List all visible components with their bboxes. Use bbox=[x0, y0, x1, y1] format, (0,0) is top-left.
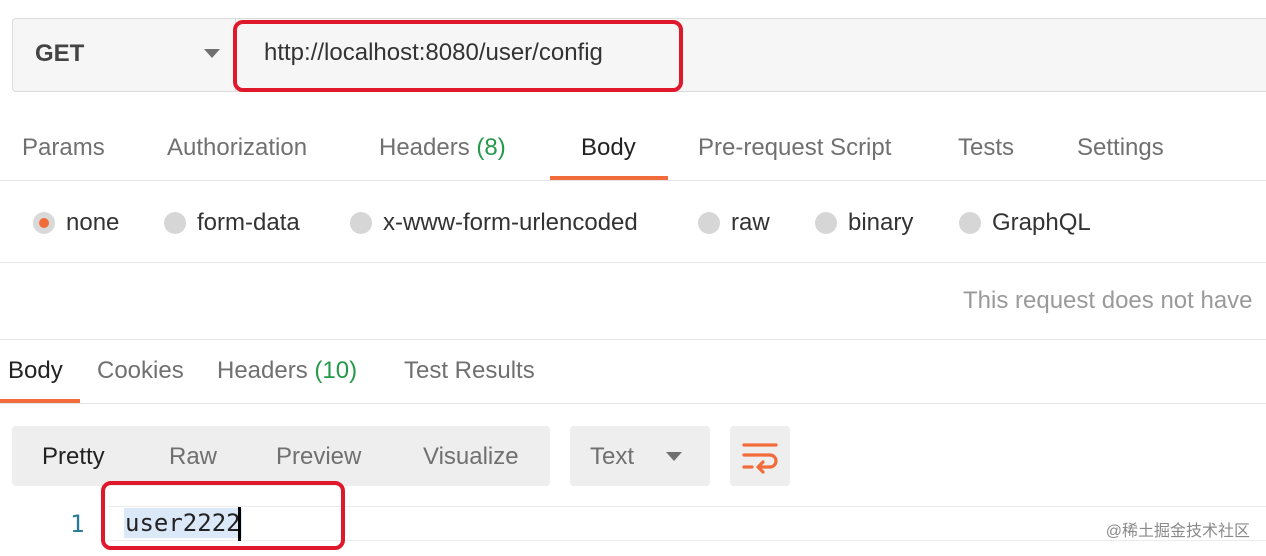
chevron-down-icon bbox=[666, 452, 682, 461]
response-tab-body[interactable]: Body bbox=[8, 357, 63, 385]
tab-authorization[interactable]: Authorization bbox=[167, 134, 307, 162]
tab-body[interactable]: Body bbox=[581, 134, 636, 162]
radio-graphql-label[interactable]: GraphQL bbox=[992, 209, 1091, 237]
divider bbox=[0, 262, 1266, 263]
wrap-lines-icon bbox=[742, 443, 778, 474]
tab-headers-label: Headers bbox=[379, 134, 470, 161]
radio-binary-label[interactable]: binary bbox=[848, 209, 913, 237]
view-pretty-button[interactable]: Pretty bbox=[42, 443, 105, 471]
chevron-down-icon[interactable] bbox=[204, 49, 220, 58]
radio-raw-label[interactable]: raw bbox=[731, 209, 770, 237]
response-tab-headers-count: (10) bbox=[314, 357, 358, 384]
tab-params[interactable]: Params bbox=[22, 134, 105, 162]
divider bbox=[0, 339, 1266, 340]
radio-none-label[interactable]: none bbox=[66, 209, 119, 237]
radio-raw[interactable] bbox=[698, 212, 720, 234]
tab-headers-count: (8) bbox=[476, 134, 506, 161]
empty-body-message: This request does not have bbox=[963, 287, 1253, 314]
tab-headers[interactable]: Headers (8) bbox=[379, 134, 506, 162]
view-raw-button[interactable]: Raw bbox=[169, 443, 217, 471]
radio-form-data-label[interactable]: form-data bbox=[197, 209, 300, 237]
divider bbox=[0, 403, 1266, 404]
line-number: 1 bbox=[70, 510, 85, 538]
tab-tests[interactable]: Tests bbox=[958, 134, 1014, 162]
tab-prerequest-script[interactable]: Pre-request Script bbox=[698, 134, 891, 162]
response-tab-test-results[interactable]: Test Results bbox=[404, 357, 535, 385]
divider bbox=[0, 180, 1266, 181]
annotation-highlight-response bbox=[101, 481, 345, 550]
radio-urlencoded[interactable] bbox=[350, 212, 372, 234]
wrap-lines-button[interactable] bbox=[730, 426, 790, 486]
radio-form-data[interactable] bbox=[164, 212, 186, 234]
radio-none[interactable] bbox=[33, 212, 55, 234]
tab-settings[interactable]: Settings bbox=[1077, 134, 1164, 162]
radio-urlencoded-label[interactable]: x-www-form-urlencoded bbox=[383, 209, 638, 237]
watermark: @稀土掘金技术社区 bbox=[1105, 523, 1250, 540]
radio-binary[interactable] bbox=[815, 212, 837, 234]
radio-graphql[interactable] bbox=[959, 212, 981, 234]
annotation-highlight-url bbox=[233, 20, 683, 92]
format-select-value: Text bbox=[590, 443, 635, 470]
response-tab-headers-label: Headers bbox=[217, 357, 308, 384]
view-visualize-button[interactable]: Visualize bbox=[423, 443, 519, 471]
method-select[interactable]: GET bbox=[35, 40, 84, 68]
response-tab-headers[interactable]: Headers (10) bbox=[217, 357, 357, 385]
view-preview-button[interactable]: Preview bbox=[276, 443, 361, 471]
response-tab-cookies[interactable]: Cookies bbox=[97, 357, 184, 385]
